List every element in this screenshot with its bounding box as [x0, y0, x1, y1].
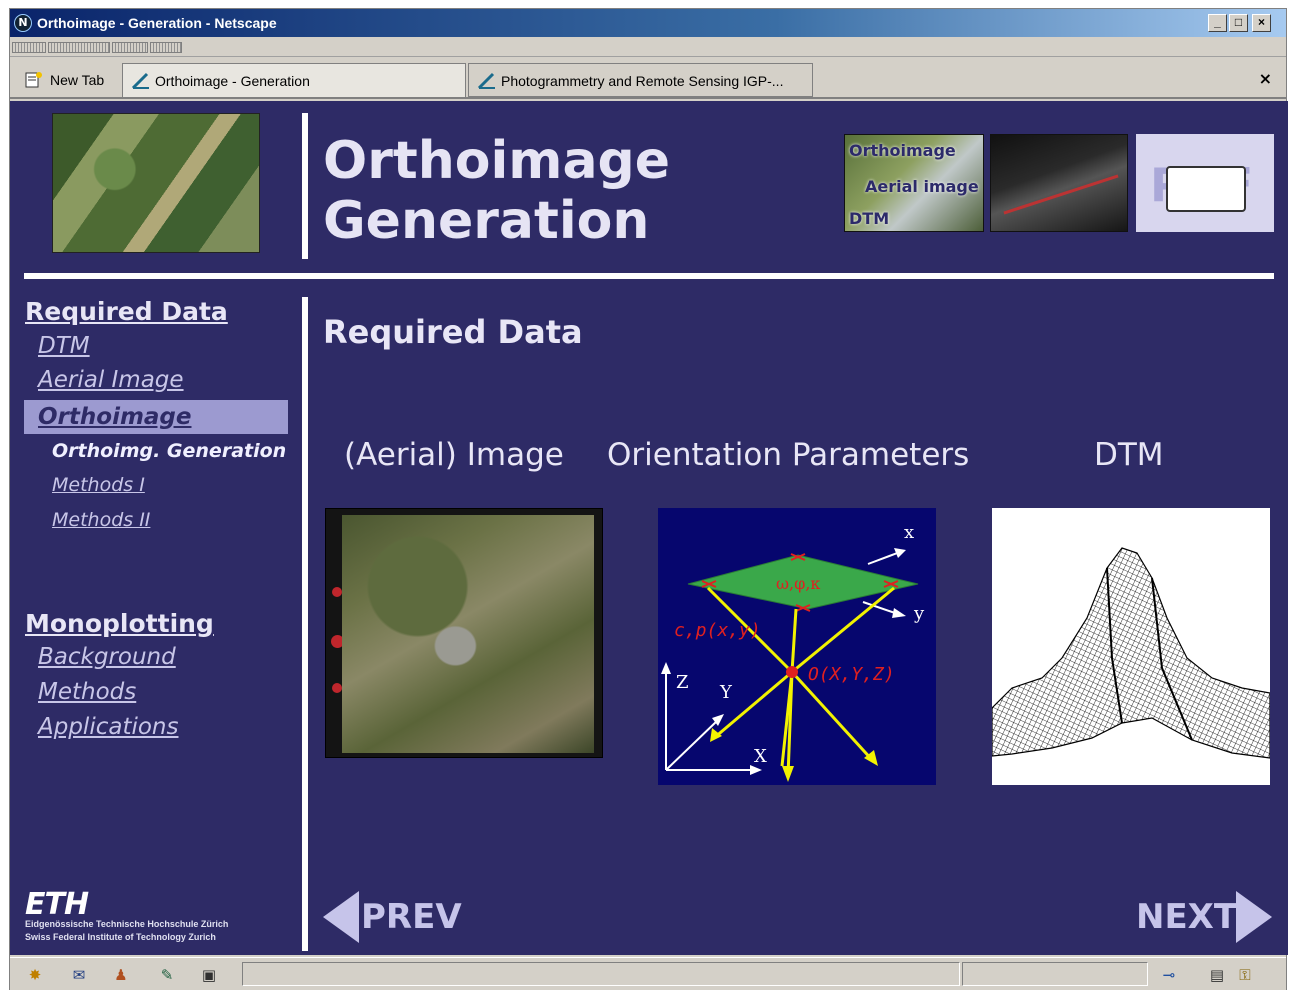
axis-label: x: [904, 522, 914, 543]
toolbar-grip[interactable]: [112, 42, 148, 53]
eth-name-de: Eidgenössische Technische Hochschule Zür…: [25, 919, 229, 929]
nav-methods-2[interactable]: Methods II: [52, 509, 150, 531]
section-title: Required Data: [323, 313, 583, 351]
window-title: Orthoimage - Generation - Netscape: [37, 15, 277, 31]
aerial-photo-content: [342, 515, 594, 753]
status-text-panel: [242, 962, 960, 986]
browser-window: N Orthoimage - Generation - Netscape _ □…: [9, 8, 1288, 990]
title-bar: N Orthoimage - Generation - Netscape _ □…: [10, 9, 1286, 37]
pen-icon: [131, 72, 149, 90]
people-icon[interactable]: ♟: [110, 966, 132, 984]
column-label-dtm: DTM: [1094, 437, 1164, 473]
next-button[interactable]: NEXT: [1136, 887, 1272, 947]
divider: [302, 113, 308, 259]
axis-label: y: [913, 603, 925, 624]
nav-methods[interactable]: Methods: [38, 679, 136, 705]
maximize-button[interactable]: □: [1229, 14, 1248, 32]
printer-icon: [1166, 166, 1246, 212]
nav-dtm[interactable]: DTM: [38, 333, 90, 359]
netscape-icon: N: [14, 14, 32, 32]
axis-label: Y: [719, 682, 733, 703]
security-lock-icon[interactable]: ⚿: [1234, 966, 1256, 984]
progress-panel: [962, 962, 1148, 986]
tab-photogrammetry[interactable]: Photogrammetry and Remote Sensing IGP-..…: [468, 63, 813, 97]
composer-icon[interactable]: ✎: [156, 966, 178, 984]
column-label-orientation: Orientation Parameters: [607, 437, 970, 473]
nav-background[interactable]: Background: [38, 644, 176, 670]
nav-aerial-image[interactable]: Aerial Image: [38, 367, 184, 393]
tab-bar: New Tab Orthoimage - Generation Photogra…: [10, 59, 1286, 99]
fiducial-mark: [332, 683, 342, 693]
online-status-icon[interactable]: ⊸: [1158, 966, 1180, 984]
axis-label: X: [754, 746, 767, 767]
pen-icon: [477, 72, 495, 90]
pdf-print-link[interactable]: PDF: [1136, 134, 1274, 232]
orientation-diagram: x y ω,φ,κ c,p(x,y) O(X,Y,Z) Z Y X: [658, 508, 936, 785]
close-window-button[interactable]: ×: [1252, 14, 1271, 32]
page-content: Orthoimage Generation Orthoimage Aerial …: [10, 101, 1288, 955]
tab-new-tab[interactable]: New Tab: [14, 63, 122, 97]
fiducial-mark: [332, 587, 342, 597]
orthoimage-thumbnail-link[interactable]: Orthoimage Aerial image DTM: [844, 134, 984, 232]
prev-button[interactable]: PREV: [323, 887, 463, 947]
tab-label: New Tab: [50, 72, 105, 88]
page-title: Orthoimage Generation: [323, 131, 671, 251]
navigator-icon[interactable]: ✸: [24, 966, 46, 984]
nav-monoplotting[interactable]: Monoplotting: [25, 609, 214, 638]
tab-label: Orthoimage - Generation: [155, 73, 310, 89]
toolbar-grip[interactable]: [150, 42, 182, 53]
nav-methods-1[interactable]: Methods I: [52, 474, 145, 496]
eth-logo: ETH: [25, 887, 89, 922]
aerial-photo-image: [325, 508, 603, 758]
minimize-button[interactable]: _: [1208, 14, 1227, 32]
left-arrow-icon: [323, 891, 359, 943]
address-book-icon[interactable]: ▣: [198, 966, 220, 984]
nav-orthoimage[interactable]: Orthoimage: [24, 400, 288, 434]
dtm-mesh-image: [992, 508, 1270, 785]
aerial-thumbnail: [52, 113, 260, 253]
right-arrow-icon: [1236, 891, 1272, 943]
tab-orthoimage-generation[interactable]: Orthoimage - Generation: [122, 63, 466, 97]
tab-label: Photogrammetry and Remote Sensing IGP-..…: [501, 73, 784, 89]
divider: [302, 297, 308, 951]
eth-name-en: Swiss Federal Institute of Technology Zu…: [25, 932, 216, 942]
angles-label: ω,φ,κ: [776, 574, 820, 593]
axis-label: Z: [676, 672, 689, 693]
mail-icon[interactable]: ✉: [68, 966, 90, 984]
close-tab-icon[interactable]: ×: [1259, 69, 1272, 88]
camera-constant-label: c,p(x,y): [674, 620, 761, 641]
divider: [24, 273, 1274, 279]
column-label-image: (Aerial) Image: [344, 437, 564, 473]
status-bar: ✸ ✉ ♟ ✎ ▣ ⊸ ▤ ⚿: [10, 957, 1286, 990]
nav-required-data[interactable]: Required Data: [25, 297, 228, 326]
3d-model-thumbnail-link[interactable]: [990, 134, 1128, 232]
cookie-icon[interactable]: ▤: [1206, 966, 1228, 984]
toolbar-grip[interactable]: [12, 42, 46, 53]
projection-center-label: O(X,Y,Z): [808, 664, 895, 685]
nav-orthoimg-generation[interactable]: Orthoimg. Generation: [52, 440, 286, 462]
toolbar-grip[interactable]: [48, 42, 110, 53]
nav-applications[interactable]: Applications: [38, 714, 179, 740]
new-tab-icon: [25, 72, 42, 88]
collapsed-toolbars: [10, 39, 1286, 57]
